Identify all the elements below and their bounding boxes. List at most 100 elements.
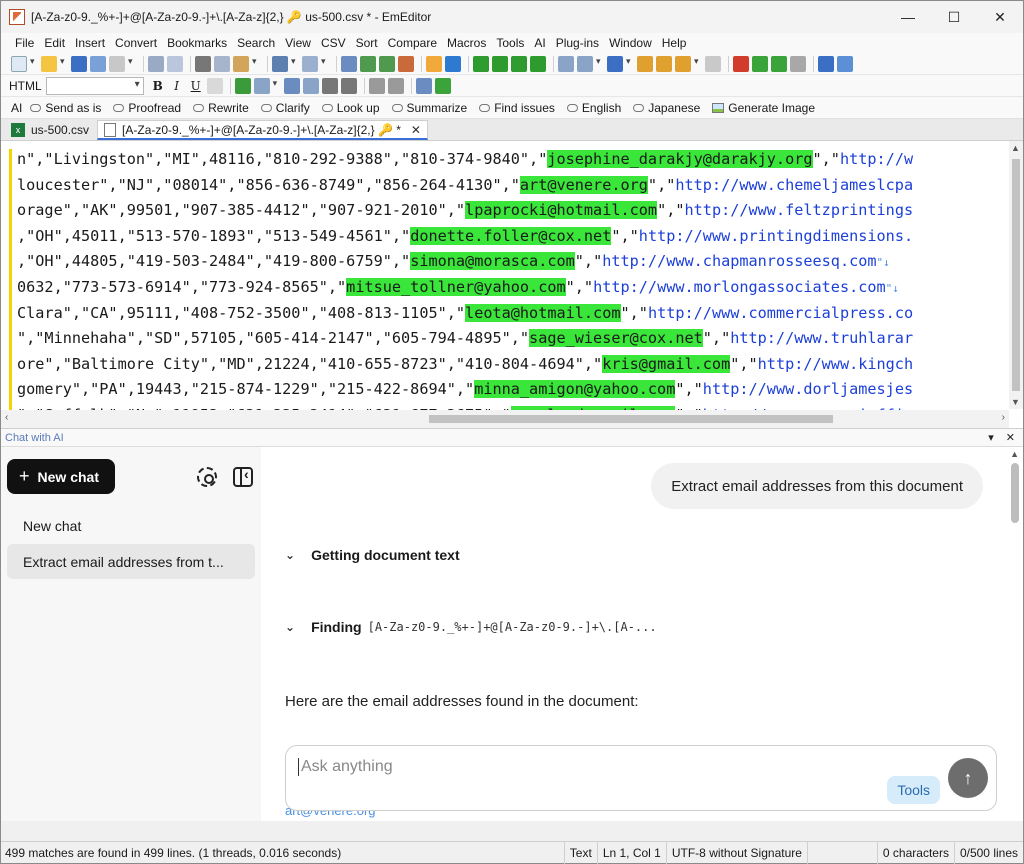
fixed-width-icon[interactable] — [511, 55, 527, 72]
menu-bookmarks[interactable]: Bookmarks — [167, 36, 227, 50]
find-next-icon[interactable] — [360, 55, 376, 72]
step-finding[interactable]: ⌄ Finding [A-Za-z0-9._%+-]+@[A-Za-z0-9.-… — [285, 619, 657, 635]
status-encoding[interactable]: UTF-8 without Signature — [665, 841, 807, 864]
record-macro-icon[interactable] — [733, 55, 749, 72]
ai-rewrite-button[interactable]: Rewrite — [193, 101, 249, 115]
chat-history-new-chat[interactable]: New chat — [23, 518, 255, 534]
refresh-icon[interactable] — [434, 77, 451, 94]
editor-line[interactable]: ,"OH",44805,"419-503-2484","419-800-6759… — [17, 249, 1009, 275]
menu-window[interactable]: Window — [609, 36, 652, 50]
scroll-up-icon[interactable]: ▲ — [1011, 143, 1020, 153]
menu-help[interactable]: Help — [662, 36, 687, 50]
dropdown-arrow-icon[interactable] — [128, 56, 136, 72]
redo-icon[interactable] — [302, 55, 318, 72]
chat-history-item[interactable]: Extract email addresses from t... — [7, 544, 255, 579]
scrollbar-thumb[interactable] — [1012, 159, 1020, 391]
text-editor[interactable]: n","Livingston","MI",48116,"810-292-9388… — [1, 141, 1023, 429]
maximize-button[interactable]: ☐ — [931, 1, 977, 33]
line-break-icon[interactable] — [340, 77, 357, 94]
paste-icon[interactable] — [233, 55, 249, 72]
scrollbar-thumb[interactable] — [429, 415, 833, 423]
ai-look-up-button[interactable]: Look up — [321, 101, 380, 115]
chat-input-box[interactable]: Ask anything Tools ↑ — [285, 745, 997, 811]
editor-line[interactable]: n","Livingston","MI",48116,"810-292-9388… — [17, 147, 1009, 173]
menu-search[interactable]: Search — [237, 36, 275, 50]
ai-send-as-is-button[interactable]: Send as is — [30, 101, 101, 115]
italic-button[interactable]: I — [169, 79, 185, 93]
tab-us-500-csv[interactable]: x us-500.csv — [5, 120, 95, 140]
dropdown-arrow-icon[interactable] — [60, 56, 68, 72]
print-icon[interactable] — [148, 55, 164, 72]
status-mode[interactable]: Text — [563, 841, 597, 864]
highlight-icon[interactable] — [426, 55, 442, 72]
editor-line[interactable]: gomery","PA",19443,"215-874-1229","215-4… — [17, 377, 1009, 403]
menu-view[interactable]: View — [285, 36, 311, 50]
chat-scrollbar[interactable] — [1011, 463, 1019, 523]
dropdown-arrow-icon[interactable] — [291, 56, 299, 72]
open-folder-icon[interactable] — [41, 55, 57, 72]
new-file-icon[interactable] — [11, 55, 27, 72]
minimize-button[interactable]: — — [885, 1, 931, 33]
tab-regex-search[interactable]: [A-Za-z0-9._%+-]+@[A-Za-z0-9.-]+\.[A-Za-… — [97, 120, 428, 140]
replace-icon[interactable] — [398, 55, 414, 72]
menu-compare[interactable]: Compare — [388, 36, 437, 50]
send-arrow-icon[interactable]: ↑ — [948, 758, 988, 798]
document-icon[interactable] — [577, 55, 593, 72]
cut-icon[interactable] — [195, 55, 211, 72]
macro-list-icon[interactable] — [705, 55, 721, 72]
bold-button[interactable]: B — [150, 79, 166, 93]
menu-macros[interactable]: Macros — [447, 36, 486, 50]
macro-options-icon[interactable] — [790, 55, 806, 72]
macro-edit-icon[interactable] — [656, 55, 672, 72]
editor-line[interactable]: orage","AK",99501,"907-385-4412","907-92… — [17, 198, 1009, 224]
dropdown-arrow-icon[interactable] — [273, 78, 281, 94]
horizontal-line-icon[interactable] — [321, 77, 338, 94]
ai-clarify-button[interactable]: Clarify — [260, 101, 310, 115]
menu-insert[interactable]: Insert — [75, 36, 105, 50]
close-button[interactable]: ✕ — [977, 1, 1023, 33]
image-icon[interactable] — [253, 77, 270, 94]
ai-japanese-button[interactable]: Japanese — [633, 101, 700, 115]
dropdown-arrow-icon[interactable] — [596, 56, 604, 72]
dropdown-arrow-icon[interactable] — [30, 56, 38, 72]
underline-button[interactable]: U — [188, 79, 204, 93]
tools-button[interactable]: Tools — [887, 776, 940, 804]
status-position[interactable]: Ln 1, Col 1 — [596, 841, 666, 864]
dropdown-arrow-icon[interactable] — [626, 56, 634, 72]
link-icon[interactable] — [234, 77, 251, 94]
run-macro-icon[interactable] — [752, 55, 768, 72]
settings-gear-icon[interactable] — [197, 467, 217, 487]
dropdown-arrow-icon[interactable] — [694, 56, 702, 72]
bullet-list-icon[interactable] — [387, 77, 404, 94]
new-chat-button[interactable]: + New chat — [7, 459, 115, 494]
editor-line[interactable]: 0632,"773-573-6914","773-924-8565","mits… — [17, 275, 1009, 301]
browser-preview-icon[interactable] — [415, 77, 432, 94]
macro-select-icon[interactable] — [675, 55, 691, 72]
format-select[interactable] — [45, 76, 144, 95]
sort-icon[interactable] — [530, 55, 546, 72]
copy-icon[interactable] — [214, 55, 230, 72]
tools-icon[interactable] — [837, 55, 853, 72]
compare-icon[interactable] — [558, 55, 574, 72]
save-all-icon[interactable] — [90, 55, 106, 72]
run-macro-multiple-icon[interactable] — [771, 55, 787, 72]
table-icon[interactable] — [283, 77, 300, 94]
scroll-up-icon[interactable]: ▲ — [1010, 449, 1019, 459]
horizontal-scrollbar[interactable]: ‹ › — [1, 410, 1009, 428]
panel-close-icon[interactable]: ✕ — [1006, 431, 1015, 444]
find-icon[interactable] — [341, 55, 357, 72]
scroll-down-icon[interactable]: ▼ — [1011, 397, 1020, 407]
editor-line[interactable]: Clara","CA",95111,"408-752-3500","408-81… — [17, 301, 1009, 327]
customize-icon[interactable] — [818, 55, 834, 72]
scroll-right-icon[interactable]: › — [1002, 412, 1005, 423]
menu-convert[interactable]: Convert — [115, 36, 157, 50]
editor-line[interactable]: loucester","NJ","08014","856-636-8749","… — [17, 173, 1009, 199]
menu-tools[interactable]: Tools — [496, 36, 524, 50]
step-getting-document-text[interactable]: ⌄ Getting document text — [285, 547, 460, 563]
editor-line[interactable]: ","Minnehaha","SD",57105,"605-414-2147",… — [17, 326, 1009, 352]
menu-csv[interactable]: CSV — [321, 36, 346, 50]
undo-icon[interactable] — [272, 55, 288, 72]
ai-english-button[interactable]: English — [566, 101, 621, 115]
close-tab-icon[interactable]: ✕ — [411, 123, 421, 137]
editor-line[interactable]: ,"OH",45011,"513-570-1893","513-549-4561… — [17, 224, 1009, 250]
